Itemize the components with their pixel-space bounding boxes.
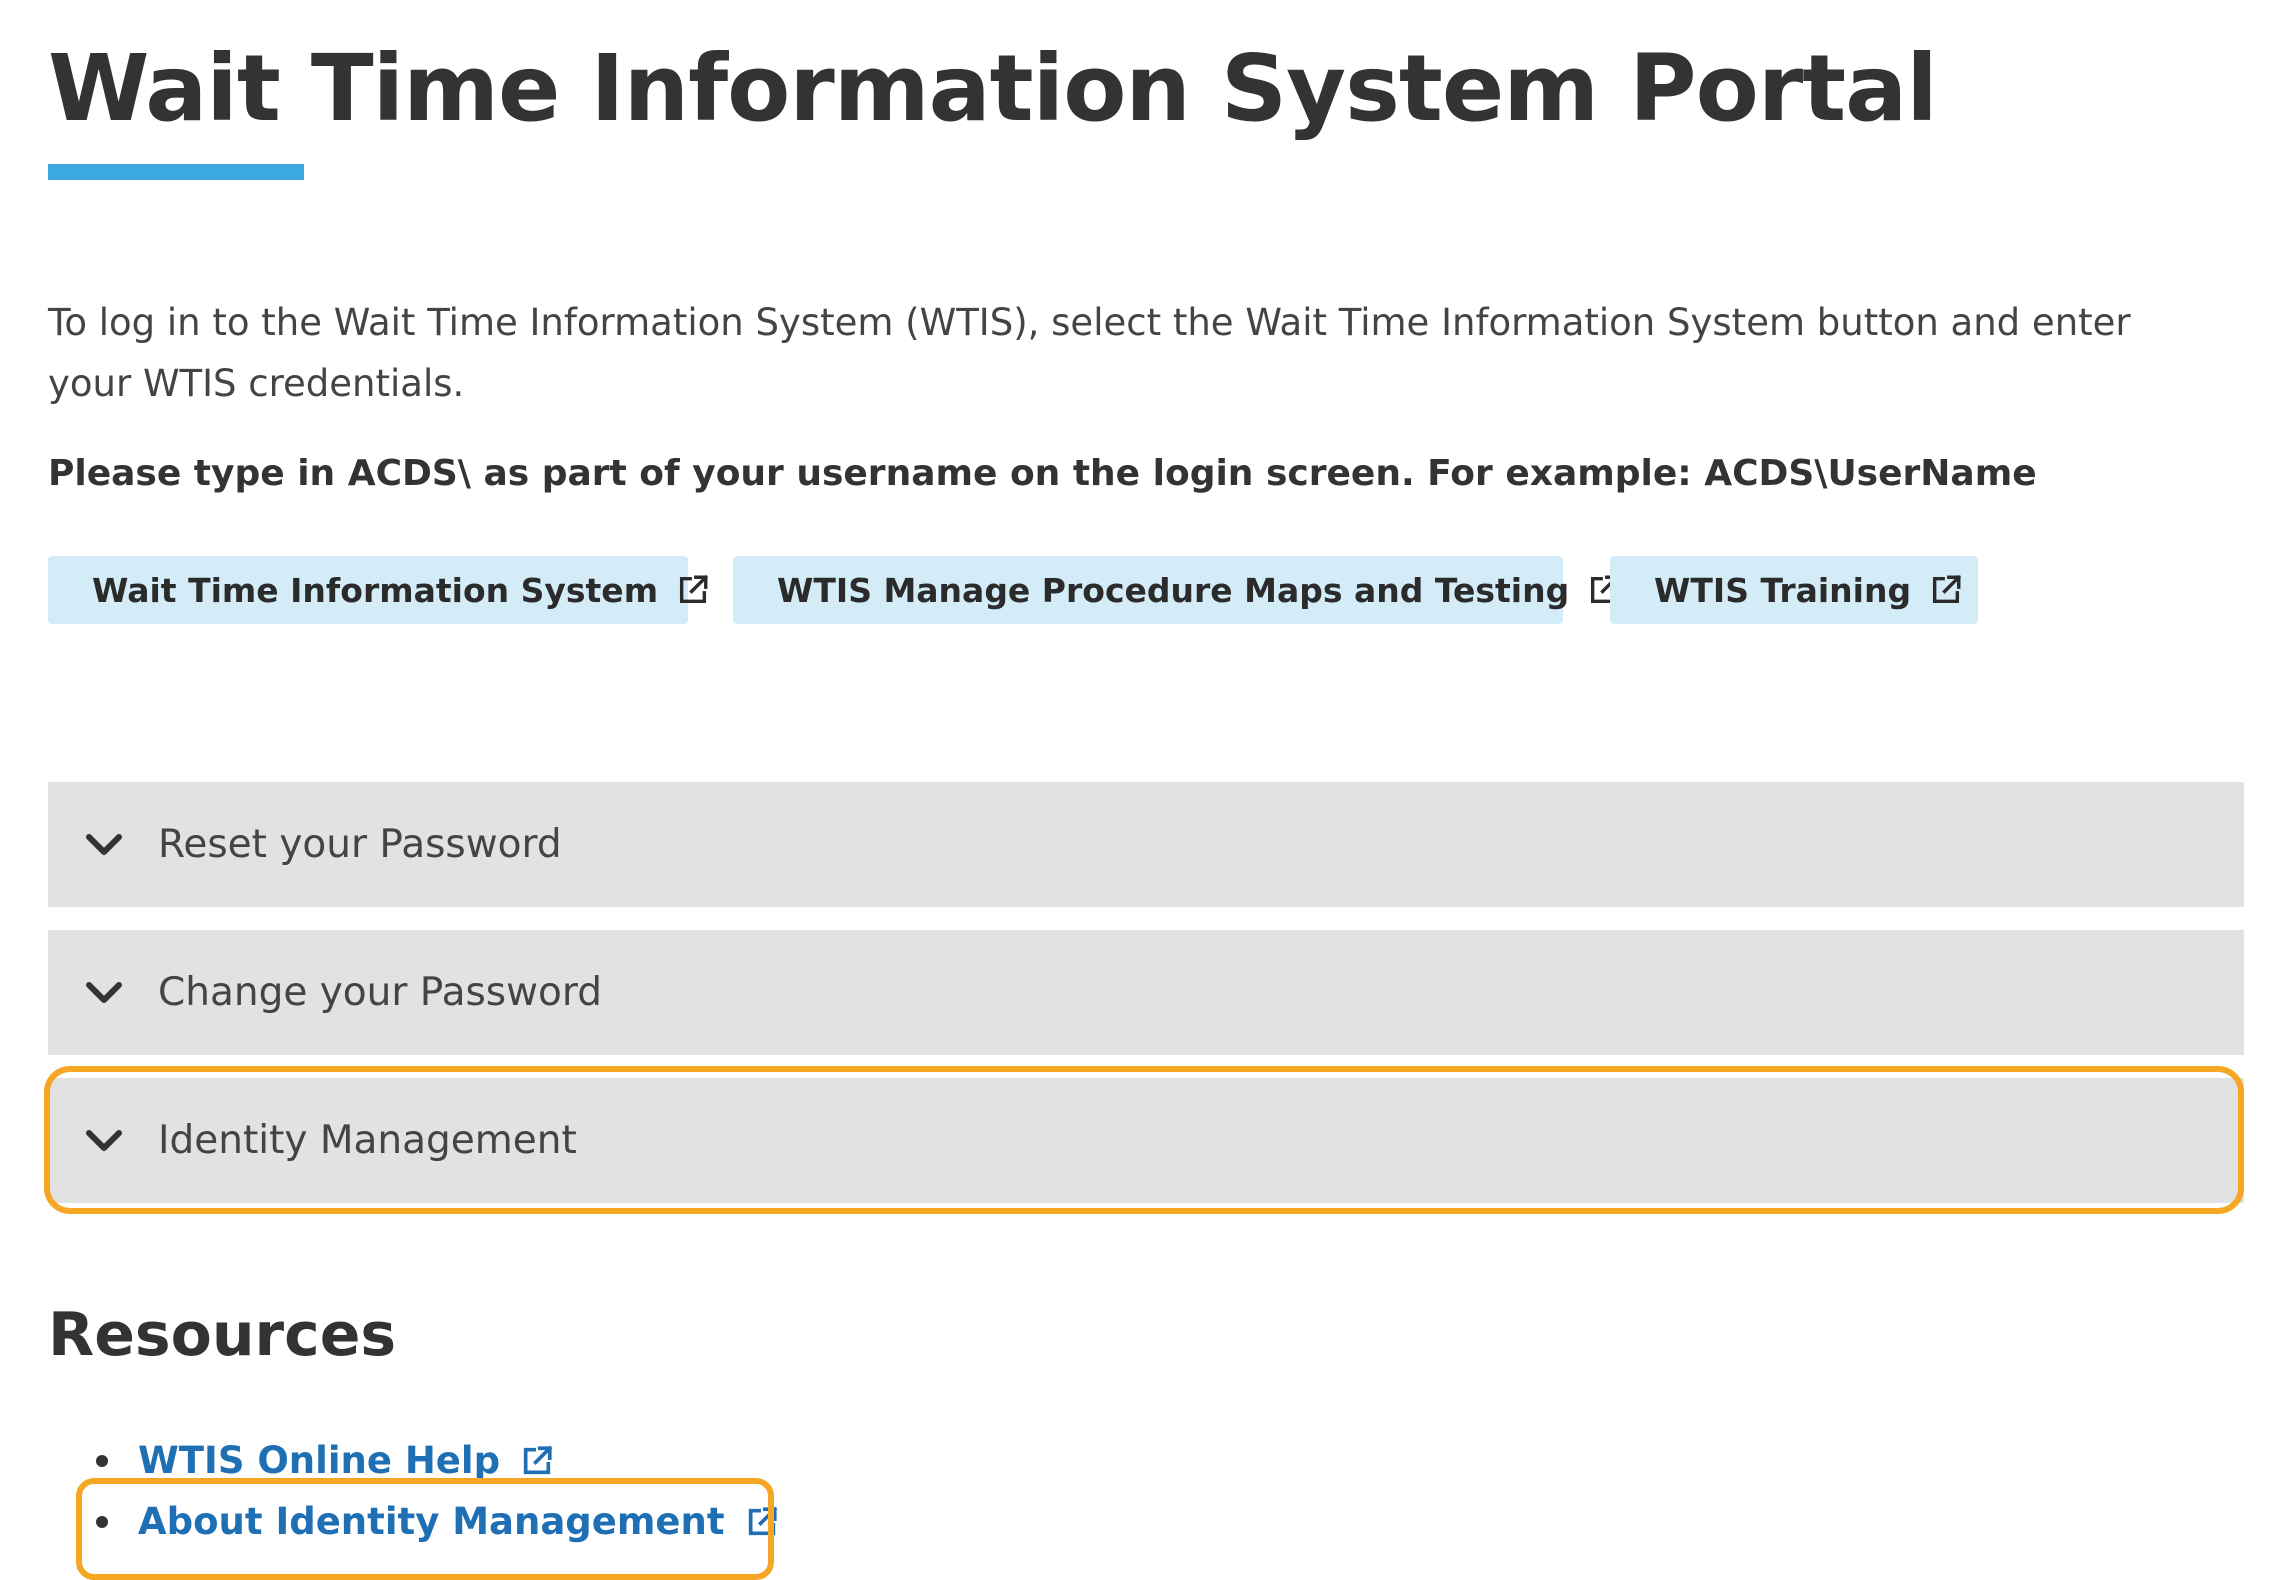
chevron-down-icon: [84, 1127, 124, 1155]
page: Wait Time Information System Portal To l…: [0, 0, 2280, 1580]
external-link-icon: [1929, 573, 1963, 607]
intro-text: To log in to the Wait Time Information S…: [48, 301, 2131, 405]
accordion-identity-management[interactable]: Identity Management: [48, 1078, 2244, 1203]
list-item: WTIS Online Help: [96, 1430, 779, 1491]
username-note: Please type in ACDS\ as part of your use…: [48, 453, 2037, 494]
list-item: About Identity Management: [96, 1491, 779, 1552]
title-underline: [48, 164, 304, 180]
wtis-online-help-link[interactable]: WTIS Online Help: [138, 1439, 500, 1482]
wtis-button-label: Wait Time Information System: [92, 570, 659, 610]
accordion-label: Change your Password: [158, 970, 602, 1015]
external-link-icon[interactable]: [520, 1444, 554, 1478]
wtis-button[interactable]: Wait Time Information System: [48, 556, 709, 624]
wtis-procedure-maps-button-label: WTIS Manage Procedure Maps and Testing: [777, 570, 1570, 610]
accordion-label: Reset your Password: [158, 822, 562, 867]
chevron-down-icon: [84, 831, 124, 859]
page-title: Wait Time Information System Portal: [48, 35, 1938, 142]
bullet: [96, 1515, 108, 1528]
accordion-reset-password[interactable]: Reset your Password: [48, 782, 2244, 907]
resource-list: WTIS Online Help About Identity Manageme…: [96, 1430, 779, 1552]
about-identity-management-link[interactable]: About Identity Management: [138, 1500, 725, 1543]
wtis-training-button[interactable]: WTIS Training: [1610, 556, 1978, 624]
accordion-label: Identity Management: [158, 1118, 577, 1163]
wtis-procedure-maps-button[interactable]: WTIS Manage Procedure Maps and Testing: [733, 556, 1620, 624]
resources-heading: Resources: [48, 1300, 397, 1370]
wtis-training-button-label: WTIS Training: [1654, 570, 1912, 610]
external-link-icon[interactable]: [745, 1505, 779, 1539]
chevron-down-icon: [84, 979, 124, 1007]
bullet: [96, 1454, 108, 1467]
accordion-change-password[interactable]: Change your Password: [48, 930, 2244, 1055]
external-link-icon: [676, 573, 710, 607]
